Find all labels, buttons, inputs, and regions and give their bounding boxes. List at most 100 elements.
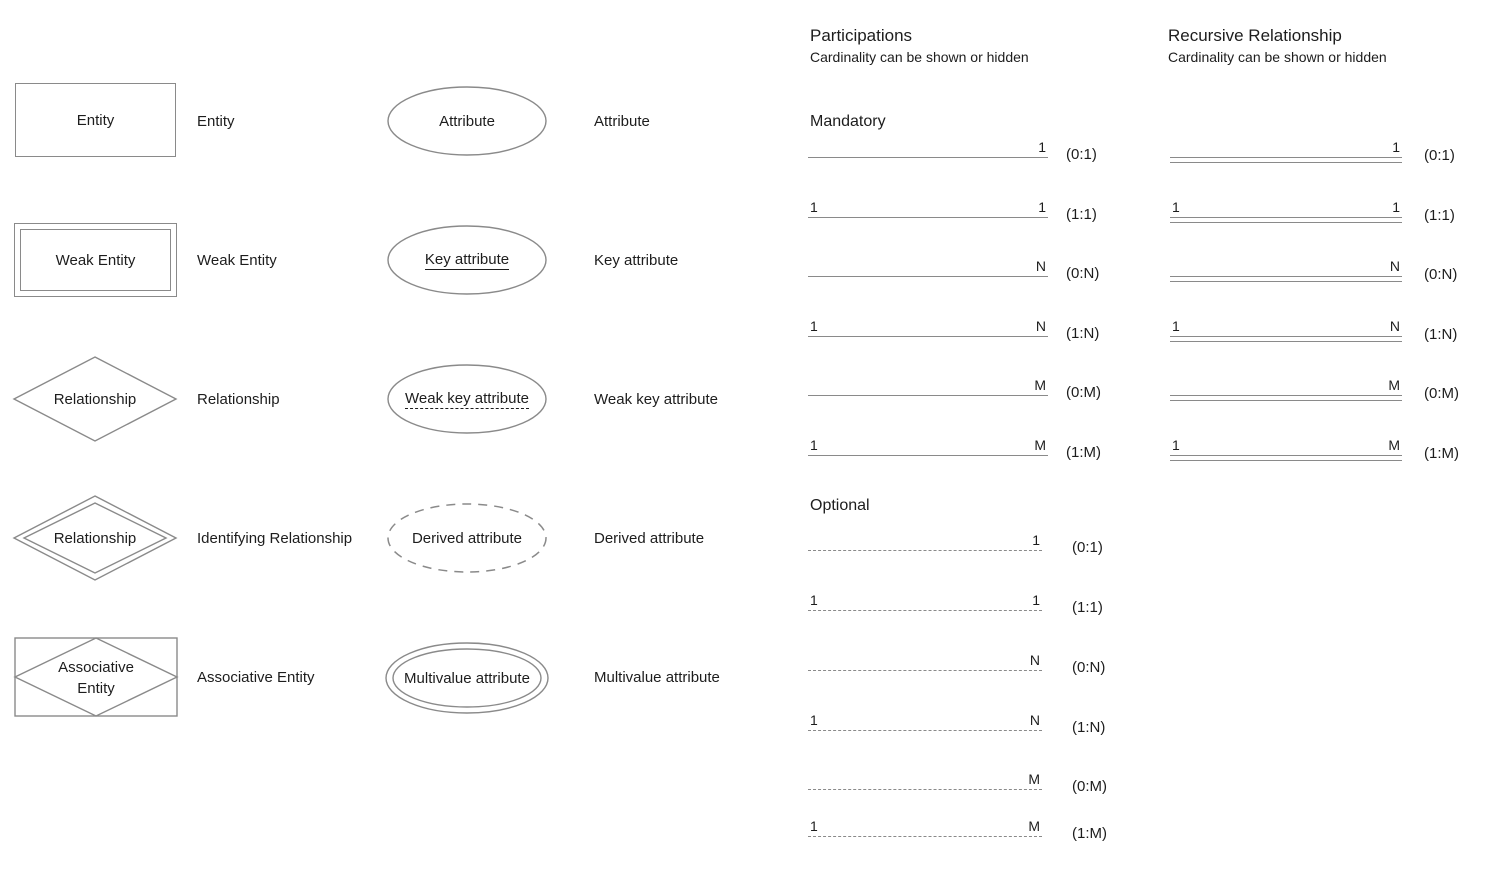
identifying-relationship-label: Identifying Relationship <box>197 530 353 547</box>
mandatory-row-right-cardinality: M <box>1034 437 1046 453</box>
participations-subtitle: Cardinality can be shown or hidden <box>810 49 1029 65</box>
recursive-relationship-line <box>1170 276 1402 282</box>
mandatory-row-left-cardinality: 1 <box>810 318 818 334</box>
identifying-relationship-double-diamond-svg <box>12 495 178 581</box>
relationship-shape: Relationship <box>12 355 178 443</box>
derived-attribute-label: Derived attribute <box>594 530 705 547</box>
optional-row-right-cardinality: 1 <box>1032 532 1040 548</box>
mandatory-row: 1 M (1:M) <box>808 437 1101 460</box>
recursive-row-paren: (1:1) <box>1424 207 1455 224</box>
optional-row: 1 M (1:M) <box>808 819 1107 841</box>
associative-entity-label: Associative Entity <box>197 669 315 686</box>
weak-entity-inner-rect: Weak Entity <box>20 229 171 291</box>
optional-row: 1 1 (1:1) <box>808 592 1103 615</box>
optional-participation-line <box>808 836 1042 837</box>
recursive-relationship-subtitle: Cardinality can be shown or hidden <box>1168 49 1387 65</box>
mandatory-row-left-cardinality: 1 <box>810 199 818 215</box>
recursive-row: N (0:N) <box>1170 258 1457 282</box>
recursive-relationship-line <box>1170 336 1402 342</box>
mandatory-row-paren: (1:N) <box>1066 325 1100 342</box>
mandatory-row-right-cardinality: N <box>1035 318 1046 334</box>
er-notation-legend: Entity Entity Weak Entity Weak Entity Re… <box>0 0 1500 878</box>
optional-row-paren: (1:N) <box>1072 719 1106 736</box>
optional-participation-line <box>808 730 1042 731</box>
recursive-relationship-line <box>1170 157 1402 163</box>
mandatory-row-right-cardinality: 1 <box>1038 199 1046 215</box>
recursive-relationship-line <box>1170 455 1402 461</box>
recursive-relationship-line <box>1170 217 1402 223</box>
recursive-row-right-cardinality: N <box>1389 318 1400 334</box>
optional-row: N (0:N) <box>808 652 1105 675</box>
mandatory-row: 1 1 (1:1) <box>808 199 1097 222</box>
mandatory-row: M (0:M) <box>808 377 1101 400</box>
recursive-row-right-cardinality: M <box>1388 377 1400 393</box>
associative-entity-svg <box>13 637 179 717</box>
recursive-row: 1 1 (1:1) <box>1170 199 1455 223</box>
mandatory-heading: Mandatory <box>810 113 886 130</box>
optional-row-right-cardinality: 1 <box>1032 592 1040 608</box>
derived-attribute-dashed-ellipse-svg <box>387 503 547 573</box>
recursive-row-left-cardinality: 1 <box>1172 437 1180 453</box>
mandatory-row-paren: (0:1) <box>1066 146 1097 163</box>
recursive-relationship-line <box>1170 395 1402 401</box>
optional-participation-line <box>808 670 1042 671</box>
multivalue-attribute-shape: Multivalue attribute <box>384 641 550 715</box>
optional-participation-line <box>808 610 1042 611</box>
derived-attribute-shape: Derived attribute <box>386 502 548 574</box>
key-attribute-label: Key attribute <box>594 252 679 269</box>
mandatory-row-paren: (1:M) <box>1066 444 1101 461</box>
weak-key-attribute-shape: Weak key attribute <box>386 363 548 435</box>
weak-entity-shape-text: Weak Entity <box>55 251 136 269</box>
recursive-relationship-title: Recursive Relationship <box>1168 26 1342 45</box>
mandatory-participation-line <box>808 276 1048 277</box>
recursive-row-paren: (1:N) <box>1424 326 1458 343</box>
key-attribute-ellipse-svg <box>387 225 547 295</box>
recursive-row: 1 M (1:M) <box>1170 437 1459 461</box>
weak-entity-label: Weak Entity <box>197 252 277 269</box>
optional-row-right-cardinality: N <box>1029 652 1040 668</box>
mandatory-row-paren: (0:N) <box>1066 265 1100 282</box>
identifying-relationship-shape: Relationship <box>12 494 178 582</box>
weak-entity-shape: Weak Entity <box>14 223 177 297</box>
optional-row-right-cardinality: N <box>1029 712 1040 728</box>
optional-row: M (0:M) <box>808 771 1107 794</box>
mandatory-row-right-cardinality: N <box>1035 258 1046 274</box>
mandatory-row-right-cardinality: 1 <box>1038 139 1046 155</box>
recursive-row-paren: (0:N) <box>1424 266 1458 283</box>
relationship-label: Relationship <box>197 391 280 408</box>
optional-row-paren: (0:1) <box>1072 539 1103 556</box>
multivalue-attribute-label: Multivalue attribute <box>594 669 720 686</box>
attribute-shape: Attribute <box>386 85 548 157</box>
recursive-row-left-cardinality: 1 <box>1172 318 1180 334</box>
recursive-row: 1 N (1:N) <box>1170 318 1457 342</box>
relationship-diamond-svg <box>12 356 178 442</box>
optional-row-paren: (1:1) <box>1072 599 1103 616</box>
attribute-ellipse-svg <box>387 86 547 156</box>
optional-heading: Optional <box>810 497 870 514</box>
mandatory-row: N (0:N) <box>808 258 1099 281</box>
optional-row-paren: (0:M) <box>1072 778 1107 795</box>
recursive-row-right-cardinality: 1 <box>1392 139 1400 155</box>
mandatory-row-right-cardinality: M <box>1034 377 1046 393</box>
optional-row: 1 (0:1) <box>808 532 1103 555</box>
mandatory-row-paren: (0:M) <box>1066 384 1101 401</box>
mandatory-participation-line <box>808 157 1048 158</box>
mandatory-participation-line <box>808 395 1048 396</box>
multivalue-attribute-double-ellipse-svg <box>385 642 549 714</box>
optional-row-paren: (0:N) <box>1072 659 1106 676</box>
recursive-row-right-cardinality: N <box>1389 258 1400 274</box>
mandatory-row: 1 (0:1) <box>808 139 1097 162</box>
optional-row-left-cardinality: 1 <box>810 592 818 608</box>
recursive-row: M (0:M) <box>1170 377 1459 401</box>
optional-participation-line <box>808 789 1042 790</box>
mandatory-row: 1 N (1:N) <box>808 318 1099 341</box>
associative-entity-shape: Associative Entity <box>13 637 179 717</box>
recursive-row-right-cardinality: 1 <box>1392 199 1400 215</box>
recursive-row-paren: (0:M) <box>1424 385 1459 402</box>
weak-key-attribute-ellipse-svg <box>387 364 547 434</box>
mandatory-participation-line <box>808 336 1048 337</box>
optional-row-right-cardinality: M <box>1028 771 1040 787</box>
recursive-row-paren: (0:1) <box>1424 147 1455 164</box>
mandatory-participation-line <box>808 217 1048 218</box>
entity-shape: Entity <box>15 83 176 157</box>
